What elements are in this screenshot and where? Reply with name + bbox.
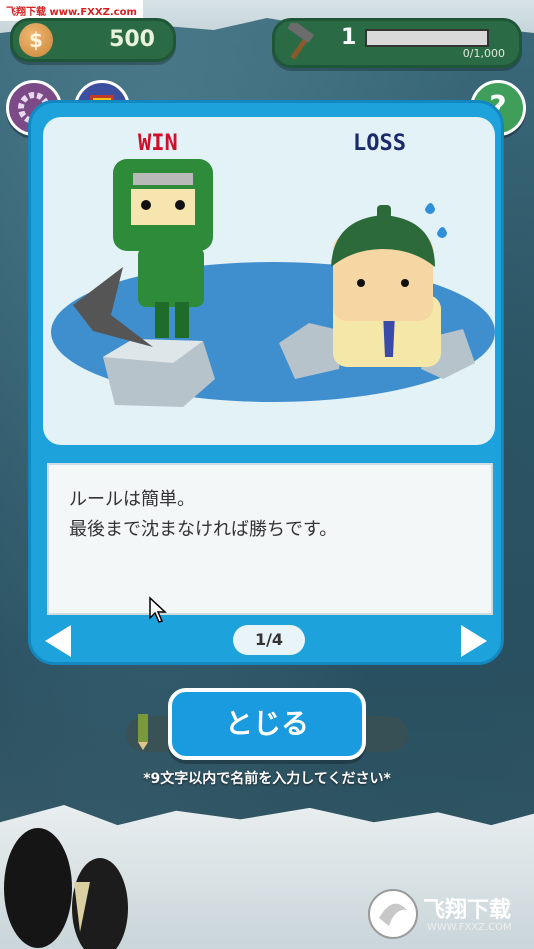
rule-text-line: 最後まで沈まなければ勝ちです。 — [69, 519, 338, 540]
next-page-arrow-icon[interactable] — [461, 625, 487, 657]
name-input-hint: *9文字以内で名前を入力してください* — [143, 771, 391, 787]
tutorial-illustration: WIN LOSS — [43, 117, 495, 445]
prev-page-arrow-icon[interactable] — [45, 625, 71, 657]
level-progress: 1 0/1,000 — [272, 18, 522, 68]
ninja-scene-illustration — [51, 159, 495, 407]
watermark-bottom: 飞翔下载 WWW.FXXZ.COM — [365, 886, 525, 942]
coin-value: 500 — [109, 27, 155, 52]
loss-label: LOSS — [353, 131, 406, 156]
rule-text-line: ルールは簡単。 — [69, 489, 195, 510]
xp-bar — [365, 29, 489, 47]
penguin-silhouettes — [4, 828, 128, 949]
watermark-url: WWW.FXXZ.COM — [427, 922, 512, 933]
win-label: WIN — [138, 131, 178, 156]
page-indicator: 1/4 — [233, 625, 305, 655]
level-number: 1 — [341, 25, 357, 50]
coin-icon: $ — [19, 23, 53, 57]
hammer-icon — [288, 23, 314, 60]
tutorial-dialog: WIN LOSS ルールは簡単。 最後まで沈まなければ勝ちです。 1/4 — [28, 100, 504, 665]
fxxz-logo-icon — [368, 889, 418, 939]
rule-text-box: ルールは簡単。 最後まで沈まなければ勝ちです。 — [47, 463, 493, 615]
coin-counter: $ 500 — [10, 18, 176, 62]
pencil-icon — [138, 714, 148, 750]
watermark-brand: 飞翔下载 — [423, 898, 512, 923]
mouse-cursor-icon — [149, 596, 167, 623]
xp-text: 0/1,000 — [462, 47, 505, 60]
close-button[interactable]: とじる — [168, 688, 366, 760]
